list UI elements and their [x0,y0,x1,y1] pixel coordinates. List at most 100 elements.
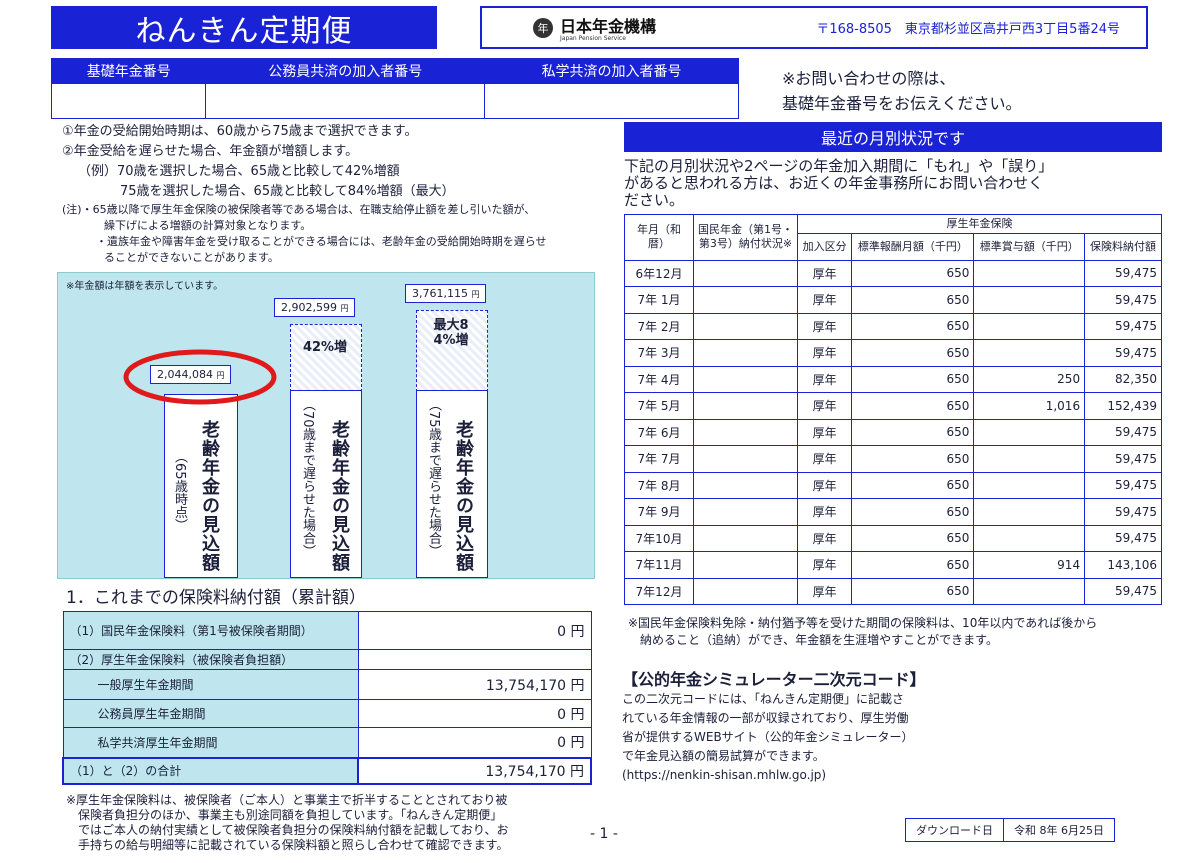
cell-hyojun: 650 [851,445,975,473]
cell-month: 7年 1月 [624,286,694,314]
footnote-line-4: 手持ちの給与明細等に記載されている保険料額と照らし合わせて確認できます。 [78,838,509,852]
simulator-text: この二次元コードには、「ねんきん定期便」に記載さ れている年金情報の一部が収録さ… [622,690,913,785]
cell-kubun: 厚年 [796,339,853,367]
civil-servant-number-cell [205,83,486,119]
cell-hokenryo: 59,475 [1084,286,1162,314]
page-number: - 1 - [590,826,618,842]
bar-subtitle-75: （75歳まで遅らせた場合） [426,398,441,558]
example-70: （例）70歳を選択した場合、65歳と比較して42%増額 [78,164,400,179]
monthly-row: 7年 8月 厚年 650 59,475 [624,471,1162,499]
intro-line-1: 下記の月別状況や2ページの年金加入期間に「もれ」や「誤り」 [624,157,1054,175]
cell-hokenryo: 59,475 [1084,445,1162,473]
inquiry-line-2: 基礎年金番号をお伝えください。 [782,94,1022,113]
monthly-note-2: 納めること（追納）ができ、年金額を生涯増やすことができます。 [640,633,998,647]
org-header: 年 日本年金機構 Japan Pension Service 〒168-8505… [480,6,1148,49]
footnote-line-2: 保険者負担分のほか、事業主も別途同額を負担しています。「ねんきん定期便」 [78,808,503,822]
col-kokumin: 国民年金（第1号・第3号）納付状況※ [693,214,798,261]
inquiry-line-1: ※お問い合わせの際は、 [782,69,956,88]
bar-title-70: 老齢年金の見込額 [329,420,350,572]
cell-hyojun: 650 [851,259,975,287]
cell-shoyo [973,577,1086,605]
cell-kokumin [693,339,798,367]
cell-hokenryo: 59,475 [1084,498,1162,526]
col-shoyo: 標準賞与額（千円） [973,233,1086,261]
simulator-line-4: で年金見込額の簡易試算ができます。 [622,749,825,763]
cell-kokumin [693,392,798,420]
cell-month: 7年 7月 [624,445,694,473]
cell-kokumin [693,577,798,605]
caution-2b: ることができないことがあります。 [104,251,279,264]
intro-line-2: があると思われる方は、お近くの年金事務所にお問い合わせく [624,174,1044,192]
payment-value-total: 13,754,170 円 [357,756,592,785]
caution-1a: (注)・65歳以降で厚生年金保険の被保険者等である場合は、在職支給停止額を差し引… [62,203,536,216]
intro-line-3: ださい。 [624,191,685,209]
col-month: 年月（和暦） [624,214,694,261]
monthly-note-1: ※国民年金保険料免除・納付猶予等を受けた期間の保険料は、10年以内であれば後から [628,616,1098,630]
increase-label-75: 最大84%増 [433,318,469,348]
cell-hyojun: 650 [851,312,975,340]
simulator-url: (https://nenkin-shisan.mhlw.go.jp) [622,768,827,782]
note-1: ①年金の受給開始時期は、60歳から75歳まで選択できます。 [62,124,418,139]
value-70: 2,902,599 [281,301,337,314]
cell-kubun: 厚年 [796,365,853,393]
monthly-table-body: 6年12月 厚年 650 59,475 7年 1月 厚年 650 59,475 7年 2月 厚年 6… [624,259,1162,605]
pension-number-table: 基礎年金番号 公務員共済の加入者番号 私学共済の加入者番号 [50,58,739,119]
payment-label-employee: （2）厚生年金保険料（被保険者負担額） [62,649,359,670]
monthly-row: 7年 4月 厚年 650 250 82,350 [624,365,1162,393]
payments-heading: 1．これまでの保険料納付額（累計額） [66,588,366,608]
value-75: 3,761,115 [412,287,468,300]
cell-shoyo [973,312,1086,340]
cell-hyojun: 650 [851,498,975,526]
payment-value-civil: 0 円 [357,699,592,728]
cell-shoyo [973,445,1086,473]
col-kosei: 厚生年金保険 [797,214,1162,234]
cell-shoyo [973,524,1086,552]
svg-text:年: 年 [538,21,549,35]
cell-kokumin [693,551,798,579]
cell-kokumin [693,471,798,499]
example-75: 75歳を選択した場合、65歳と比較して84%増額（最大） [120,184,455,199]
monthly-row: 7年 2月 厚年 650 59,475 [624,312,1162,340]
cell-shoyo [973,498,1086,526]
monthly-row: 6年12月 厚年 650 59,475 [624,259,1162,287]
payment-value-employee [357,649,592,670]
cell-hokenryo: 59,475 [1084,471,1162,499]
monthly-row: 7年 3月 厚年 650 59,475 [624,339,1162,367]
cell-kubun: 厚年 [796,312,853,340]
cell-month: 7年11月 [624,551,694,579]
bar-title-75: 老齢年金の見込額 [453,420,474,572]
monthly-table: 年月（和暦） 国民年金（第1号・第3号）納付状況※ 厚生年金保険 加入区分 標準… [624,214,1162,605]
org-logo: 年 日本年金機構 Japan Pension Service [532,13,656,42]
private-school-number-cell [484,83,739,119]
payments-footnote: ※厚生年金保険料は、被保険者（ご本人）と事業主で折半することとされており被 保険… [66,793,508,853]
monthly-row: 7年 1月 厚年 650 59,475 [624,286,1162,314]
col-hokenryo: 保険料納付額 [1084,233,1162,261]
monthly-heading: 最近の月別状況です [624,122,1162,152]
cell-shoyo [973,418,1086,446]
monthly-intro: 下記の月別状況や2ページの年金加入期間に「もれ」や「誤り」 があると思われる方は… [624,158,1053,209]
cell-shoyo: 914 [973,551,1086,579]
cell-kokumin [693,418,798,446]
unit-75: 円 [471,290,480,299]
cell-kokumin [693,312,798,340]
cell-kokumin [693,445,798,473]
cell-month: 7年 5月 [624,392,694,420]
cell-month: 7年 8月 [624,471,694,499]
payments-table: （1）国民年金保険料（第1号被保険者期間） 0 円 （2）厚生年金保険料（被保険… [62,611,592,785]
download-date: 令和 8年 6月25日 [1014,824,1104,837]
value-label-70: 2,902,599 円 [274,298,356,317]
footnote-line-3: ではご本人の納付実績として被保険者負担分の保険料納付額を記載しており、お [78,823,509,837]
col-kubun: 加入区分 [796,233,853,261]
cell-kubun: 厚年 [796,524,853,552]
pension-notes: ①年金の受給開始時期は、60歳から75歳まで選択できます。 ②年金受給を遅らせた… [62,122,547,266]
footnote-line-1: ※厚生年金保険料は、被保険者（ご本人）と事業主で折半することとされており被 [66,793,508,807]
simulator-line-3: 省が提供するWEBサイト（公的年金シミュレーター） [622,730,914,744]
cell-shoyo [973,259,1086,287]
value-label-75: 3,761,115 円 [405,284,487,303]
bar-title-65: 老齢年金の見込額 [199,420,220,572]
cell-hokenryo: 59,475 [1084,577,1162,605]
caution-1b: 繰下げによる増額の計算対象となります。 [104,219,312,232]
cell-hyojun: 650 [851,339,975,367]
monthly-row: 7年 9月 厚年 650 59,475 [624,498,1162,526]
payment-label-national: （1）国民年金保険料（第1号被保険者期間） [62,611,359,650]
